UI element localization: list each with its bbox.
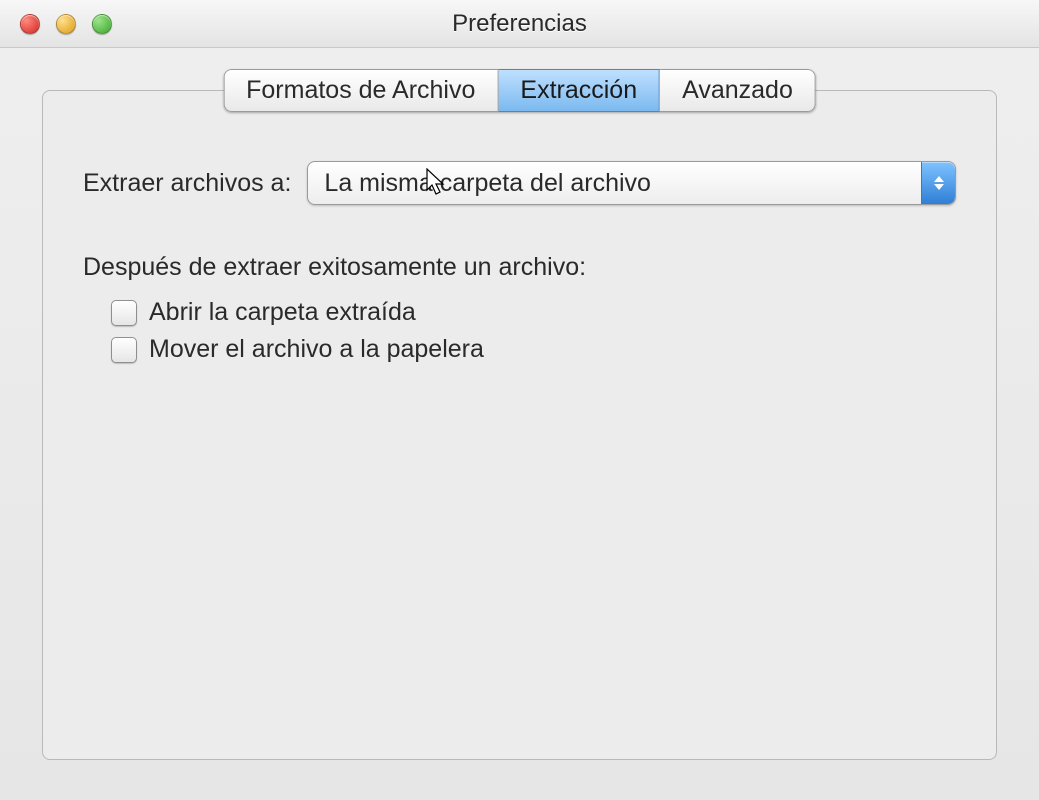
move-trash-checkbox[interactable] bbox=[111, 337, 137, 363]
close-icon[interactable] bbox=[20, 14, 40, 34]
open-folder-checkbox[interactable] bbox=[111, 300, 137, 326]
zoom-icon[interactable] bbox=[92, 14, 112, 34]
extract-destination-label: Extraer archivos a: bbox=[83, 169, 291, 198]
extract-destination-value: La misma carpeta del archivo bbox=[324, 169, 651, 198]
preferences-window: Preferencias Formatos de Archivo Extracc… bbox=[0, 0, 1039, 800]
tab-group: Formatos de Archivo Extracción Avanzado … bbox=[42, 90, 997, 760]
extract-destination-popup[interactable]: La misma carpeta del archivo bbox=[307, 161, 956, 205]
minimize-icon[interactable] bbox=[56, 14, 76, 34]
window-title: Preferencias bbox=[0, 10, 1039, 38]
popup-arrows-icon bbox=[921, 162, 955, 204]
open-folder-row: Abrir la carpeta extraída bbox=[111, 298, 956, 327]
after-extract-label: Después de extraer exitosamente un archi… bbox=[83, 253, 956, 282]
extract-destination-row: Extraer archivos a: La misma carpeta del… bbox=[83, 161, 956, 205]
tab-file-formats[interactable]: Formatos de Archivo bbox=[223, 69, 498, 112]
move-trash-label: Mover el archivo a la papelera bbox=[149, 335, 484, 364]
tab-extraction[interactable]: Extracción bbox=[498, 69, 660, 112]
open-folder-label: Abrir la carpeta extraída bbox=[149, 298, 416, 327]
tabs: Formatos de Archivo Extracción Avanzado bbox=[223, 69, 816, 112]
titlebar: Preferencias bbox=[0, 0, 1039, 48]
tab-advanced[interactable]: Avanzado bbox=[660, 69, 816, 112]
move-trash-row: Mover el archivo a la papelera bbox=[111, 335, 956, 364]
content-area: Formatos de Archivo Extracción Avanzado … bbox=[0, 48, 1039, 800]
traffic-lights bbox=[20, 14, 112, 34]
